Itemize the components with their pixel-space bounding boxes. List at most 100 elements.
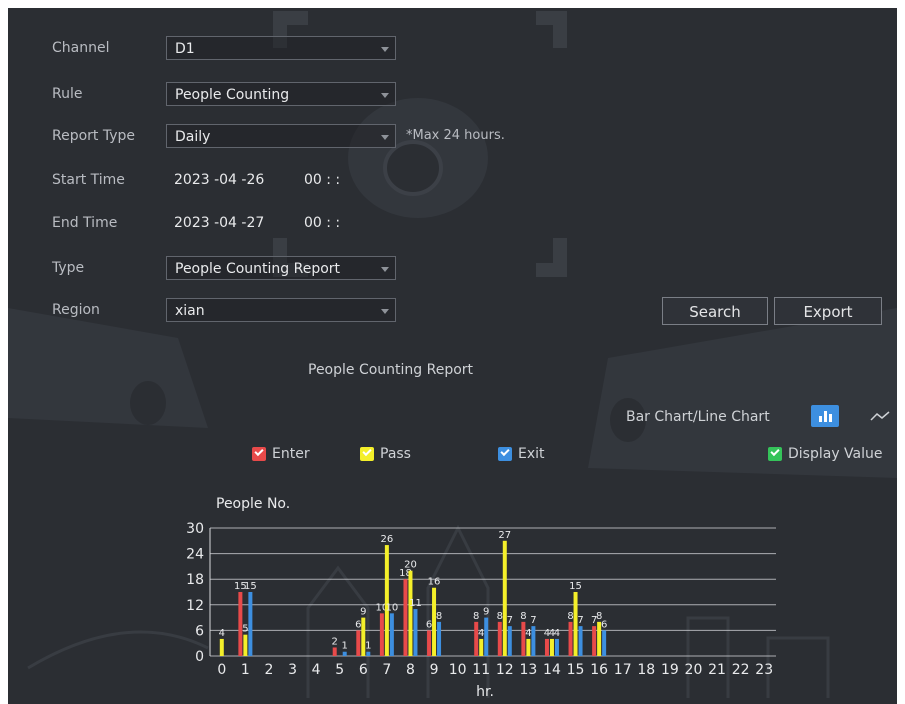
bar-pass (549, 638, 554, 656)
bar-pass (219, 638, 224, 656)
channel-select[interactable]: D1 (166, 36, 396, 60)
bar-exit (484, 617, 489, 656)
line-chart-icon[interactable] (866, 405, 894, 427)
bar-pass (243, 634, 248, 656)
bar-enter (427, 630, 432, 656)
bar-exit (413, 609, 418, 656)
start-time-input[interactable]: 00 : : (304, 172, 340, 188)
data-label: 9 (483, 607, 489, 618)
report-type-value: Daily (175, 129, 211, 145)
data-label: 27 (498, 530, 511, 541)
data-label: 8 (436, 611, 442, 622)
data-label: 7 (530, 615, 536, 626)
type-select[interactable]: People Counting Report (166, 256, 396, 280)
chevron-down-icon (381, 135, 389, 140)
x-tick-label: 12 (496, 662, 514, 678)
y-tick-label: 18 (186, 572, 204, 588)
bar-chart-icon[interactable] (811, 405, 839, 427)
region-select[interactable]: xian (166, 298, 396, 322)
x-tick-label: 18 (637, 662, 655, 678)
bar-exit (389, 613, 394, 656)
data-label: 2 (332, 636, 338, 647)
export-button[interactable]: Export (774, 297, 882, 325)
bar-enter (497, 621, 502, 656)
data-label: 15 (244, 581, 257, 592)
bar-pass (384, 545, 389, 656)
data-label: 5 (242, 624, 248, 635)
data-label: 4 (478, 628, 484, 639)
type-value: People Counting Report (175, 261, 341, 277)
chevron-down-icon (381, 47, 389, 52)
report-type-select[interactable]: Daily (166, 124, 396, 148)
bar-enter (544, 638, 549, 656)
chevron-down-icon (381, 267, 389, 272)
bar-pass (502, 540, 507, 656)
end-time-label: End Time (52, 215, 118, 231)
report-type-label: Report Type (52, 128, 136, 144)
bar-enter (332, 647, 337, 656)
legend-pass-label: Pass (380, 446, 411, 462)
y-tick-label: 6 (195, 623, 204, 639)
end-time-input[interactable]: 00 : : (304, 215, 340, 231)
x-tick-label: 13 (519, 662, 537, 678)
data-label: 1 (365, 641, 371, 652)
x-tick-label: 6 (359, 662, 368, 678)
rule-select[interactable]: People Counting (166, 82, 396, 106)
data-label: 15 (569, 581, 582, 592)
data-label: 16 (428, 577, 441, 588)
data-label: 8 (567, 611, 573, 622)
bar-exit (554, 638, 559, 656)
bar-exit (437, 621, 442, 656)
report-title: People Counting Report (308, 362, 474, 378)
start-date-input[interactable]: 2023 -04 -26 (174, 172, 264, 188)
x-tick-label: 8 (406, 662, 415, 678)
checkbox-checked-icon (498, 447, 512, 461)
report-type-hint: *Max 24 hours. (406, 128, 505, 143)
data-label: 8 (473, 611, 479, 622)
data-label: 7 (507, 615, 513, 626)
bar-exit (602, 630, 607, 656)
x-tick-label: 9 (430, 662, 439, 678)
bar-exit (366, 651, 371, 656)
x-tick-label: 22 (732, 662, 750, 678)
checkbox-checked-icon (360, 447, 374, 461)
x-tick-label: 15 (567, 662, 585, 678)
bar-enter (568, 621, 573, 656)
bar-pass (526, 638, 531, 656)
bar-enter (379, 613, 384, 656)
start-time-label: Start Time (52, 172, 125, 188)
x-tick-label: 14 (543, 662, 561, 678)
data-label: 6 (426, 619, 432, 630)
data-label: 1 (342, 641, 348, 652)
search-button[interactable]: Search (662, 297, 768, 325)
x-tick-label: 11 (472, 662, 490, 678)
data-label: 6 (355, 619, 361, 630)
y-tick-label: 0 (195, 649, 204, 665)
chart-mode-label: Bar Chart/Line Chart (626, 409, 770, 425)
bar-enter (403, 579, 408, 656)
y-tick-label: 30 (186, 521, 204, 537)
data-label: 26 (381, 534, 394, 545)
x-tick-label: 17 (614, 662, 632, 678)
end-date-input[interactable]: 2023 -04 -27 (174, 215, 264, 231)
bar-pass (479, 638, 484, 656)
data-label: 4 (219, 628, 225, 639)
data-label: 9 (360, 607, 366, 618)
x-tick-label: 2 (264, 662, 273, 678)
x-tick-label: 19 (661, 662, 679, 678)
chevron-down-icon (381, 93, 389, 98)
screen: Channel D1 Rule People Counting Report T… (8, 8, 897, 704)
x-tick-label: 5 (335, 662, 344, 678)
bar-exit (531, 626, 536, 656)
x-tick-label: 3 (288, 662, 297, 678)
y-tick-label: 24 (186, 547, 204, 563)
display-value-label: Display Value (788, 446, 883, 462)
data-label: 6 (601, 619, 607, 630)
checkbox-checked-icon (252, 447, 266, 461)
y-axis-title: People No. (216, 496, 290, 512)
x-tick-label: 7 (382, 662, 391, 678)
data-label: 4 (525, 628, 531, 639)
region-label: Region (52, 302, 100, 318)
bar-exit (248, 592, 253, 656)
data-label: 8 (520, 611, 526, 622)
